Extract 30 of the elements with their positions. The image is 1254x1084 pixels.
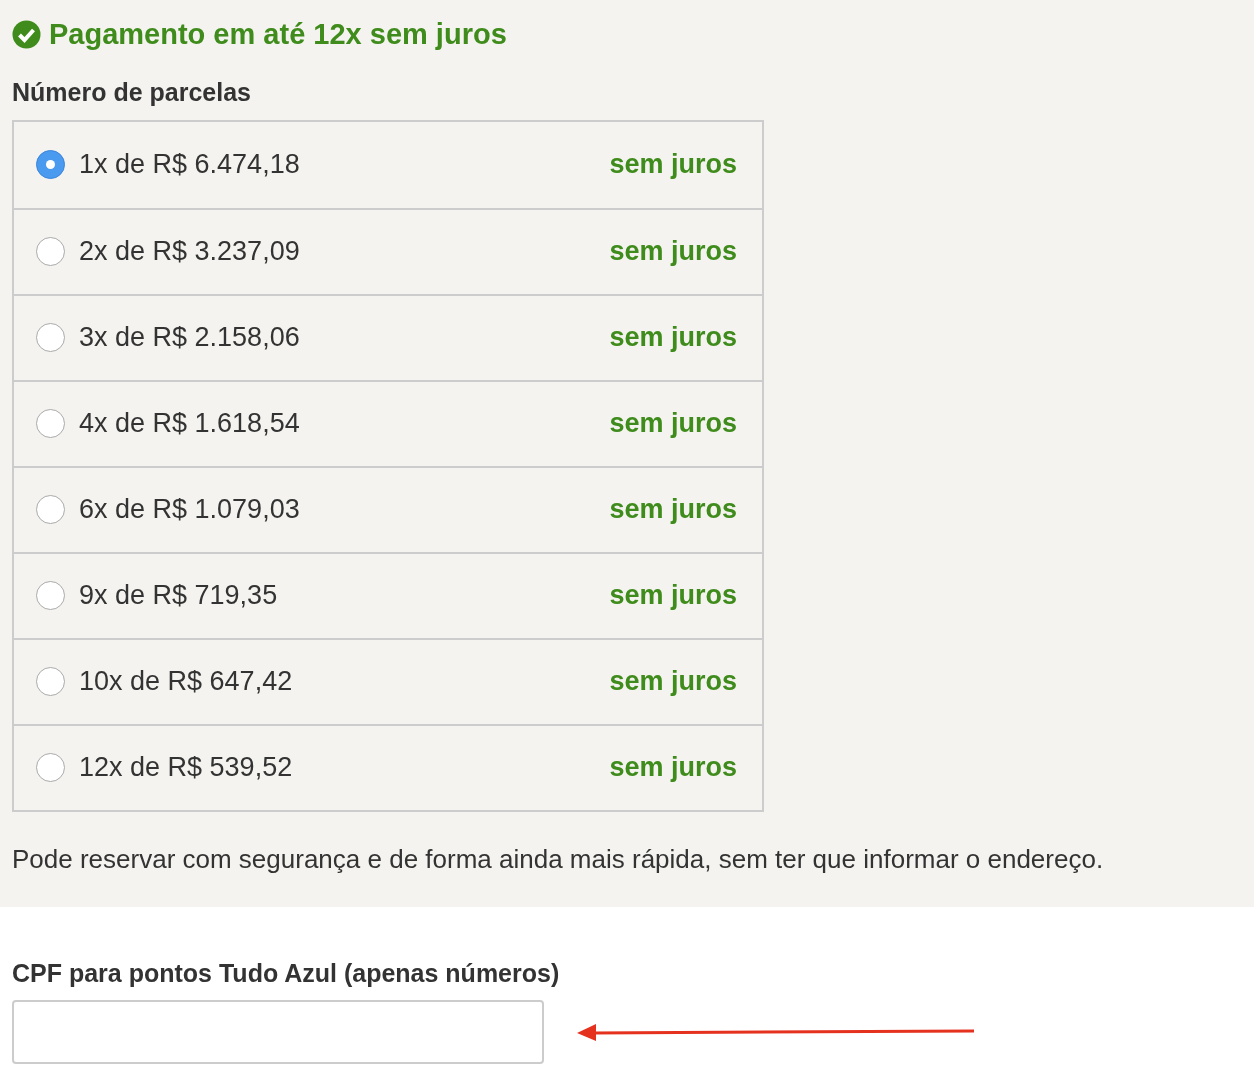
interest-note: sem juros xyxy=(609,751,737,785)
cpf-input-field[interactable] xyxy=(12,1000,544,1064)
interest-note: sem juros xyxy=(609,321,737,355)
radio-button[interactable] xyxy=(36,581,65,610)
radio-button[interactable] xyxy=(36,323,65,352)
radio-button[interactable] xyxy=(36,753,65,782)
installment-option[interactable]: 2x de R$ 3.237,09 xyxy=(79,231,300,272)
interest-note: sem juros xyxy=(609,407,737,441)
interest-note: sem juros xyxy=(609,665,737,699)
radio-button[interactable] xyxy=(36,409,65,438)
interest-note: sem juros xyxy=(609,148,737,182)
installment-option[interactable]: 4x de R$ 1.618,54 xyxy=(79,403,300,444)
installment-option[interactable]: 1x de R$ 6.474,18 xyxy=(79,144,300,185)
info-text: Pode reservar com segurança e de forma ainda mais rápida, sem ter que informar o endereço. xyxy=(12,842,1105,876)
check-circle-icon xyxy=(12,19,41,49)
radio-button[interactable] xyxy=(36,237,65,266)
interest-note: sem juros xyxy=(609,579,737,613)
installment-option[interactable]: 12x de R$ 539,52 xyxy=(79,747,293,788)
field-label: CPF para pontos Tudo Azul (apenas números) xyxy=(12,957,561,989)
radio-button[interactable] xyxy=(36,667,65,696)
interest-note: sem juros xyxy=(609,235,737,269)
radio-button[interactable] xyxy=(36,495,65,524)
installment-option[interactable]: 3x de R$ 2.158,06 xyxy=(79,317,300,358)
interest-note: sem juros xyxy=(609,493,737,527)
installment-option[interactable]: 6x de R$ 1.079,03 xyxy=(79,489,300,530)
installment-option[interactable]: 9x de R$ 719,35 xyxy=(79,575,278,616)
installment-option[interactable]: 10x de R$ 647,42 xyxy=(79,661,293,702)
section-heading: Pagamento em até 12x sem juros xyxy=(49,17,507,52)
field-label: Número de parcelas xyxy=(12,77,252,108)
radio-button[interactable] xyxy=(36,150,65,179)
